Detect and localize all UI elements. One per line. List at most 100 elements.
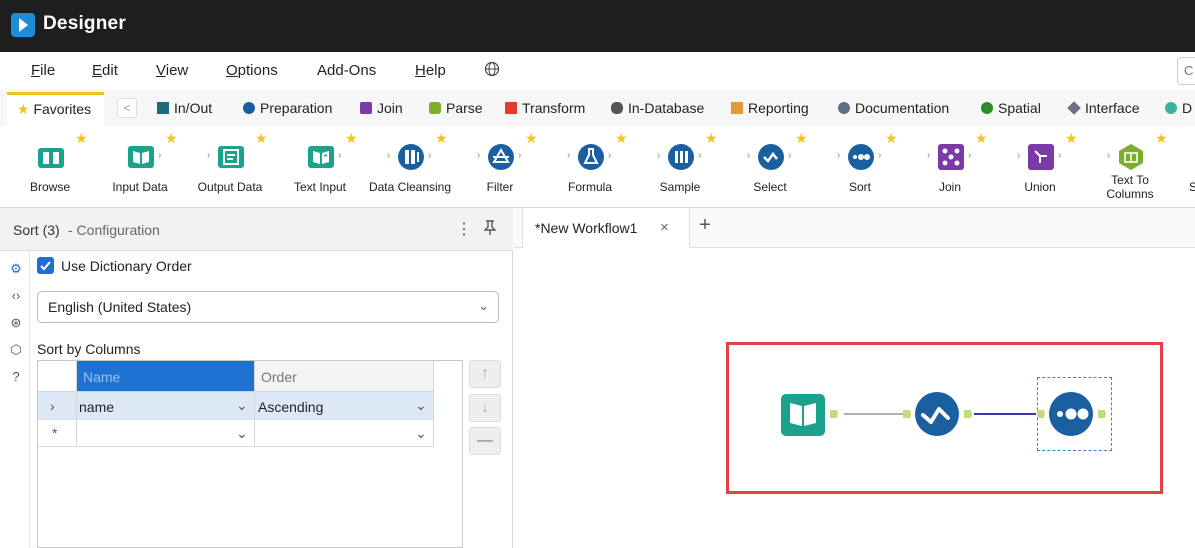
sort-by-columns-label: Sort by Columns: [37, 341, 141, 357]
sort-icon: [848, 144, 874, 170]
tool-browse[interactable]: ★ Browse: [5, 126, 95, 206]
favorite-star-icon: ★: [525, 130, 538, 146]
tab-interface[interactable]: Interface: [1067, 100, 1139, 116]
globe-icon[interactable]: [484, 61, 500, 81]
join-icon: [938, 144, 964, 170]
close-icon[interactable]: ×: [660, 219, 669, 236]
search-input[interactable]: C: [1177, 57, 1195, 85]
join-category-icon: [360, 102, 372, 114]
favorite-star-icon: ★: [255, 130, 268, 146]
tool-select[interactable]: ★ › › Select: [725, 126, 815, 206]
tab-preparation[interactable]: Preparation: [243, 100, 332, 116]
favorite-star-icon: ★: [165, 130, 178, 146]
tab-spatial[interactable]: Spatial: [981, 100, 1041, 116]
node-input-data[interactable]: [780, 390, 850, 445]
tool-text-input[interactable]: ★ › Text Input: [275, 126, 365, 206]
dictionary-order-label: Use Dictionary Order: [61, 258, 192, 274]
add-tab-button[interactable]: +: [690, 214, 720, 237]
tag-icon[interactable]: ⬡: [8, 342, 24, 358]
menu-edit[interactable]: Edit: [92, 62, 118, 79]
title-bar: Designer: [0, 0, 1195, 52]
workflow-canvas[interactable]: [514, 248, 1195, 548]
star-icon: ★: [17, 101, 30, 117]
output-icon: [218, 146, 244, 168]
tab-d[interactable]: D: [1165, 100, 1192, 116]
pin-icon[interactable]: [483, 220, 497, 239]
tab-transform[interactable]: Transform: [505, 100, 585, 116]
parse-icon: [429, 102, 441, 114]
flask-icon: [578, 144, 604, 170]
row-marker: ›: [50, 398, 55, 414]
configuration-header: Sort (3) - Configuration ⋮: [0, 208, 513, 251]
tab-reporting[interactable]: Reporting: [731, 100, 809, 116]
more-options-icon[interactable]: ⋮: [456, 219, 472, 239]
tool-output-data[interactable]: ★ › Output Data: [185, 126, 275, 206]
tool-formula[interactable]: ★ › › Formula: [545, 126, 635, 206]
tool-palette: ★ Browse ★ › Input Data ★ › Output Data …: [0, 126, 1195, 208]
help-icon[interactable]: ?: [8, 369, 24, 385]
menu-file[interactable]: File: [31, 62, 55, 79]
tab-favorites[interactable]: ★ Favorites: [7, 92, 104, 126]
table-row[interactable]: * ⌄ ⌄: [38, 419, 434, 447]
tab-documentation[interactable]: Documentation: [838, 100, 949, 116]
favorite-star-icon: ★: [885, 130, 898, 146]
menu-options[interactable]: Options: [226, 62, 278, 79]
column-header-name[interactable]: Name: [77, 361, 254, 391]
select-icon: [758, 144, 784, 170]
tool-input-data[interactable]: ★ › Input Data: [95, 126, 185, 206]
tab-parse[interactable]: Parse: [429, 100, 483, 116]
d-category-icon: [1165, 102, 1177, 114]
folder-icon: [157, 102, 169, 114]
dictionary-order-checkbox[interactable]: [37, 257, 54, 274]
gear-icon[interactable]: ⚙: [8, 261, 24, 277]
configuration-pane: Sort (3) - Configuration ⋮ ⚙ ‹› ⊛ ⬡ ? Us…: [0, 208, 513, 548]
sample-icon: [668, 144, 694, 170]
chevron-down-icon[interactable]: ⌄: [236, 425, 248, 442]
tab-new-workflow[interactable]: *New Workflow1 ×: [522, 208, 690, 248]
tool-sort[interactable]: ★ › › Sort: [815, 126, 905, 206]
menu-view[interactable]: View: [156, 62, 188, 79]
select-icon: [903, 392, 972, 436]
connection-icon[interactable]: ⊛: [8, 315, 24, 331]
chevron-down-icon[interactable]: ⌄: [415, 425, 427, 442]
transform-icon: [505, 102, 517, 114]
tool-category-tabs: ★ Favorites In/Out Preparation Join Pars…: [0, 90, 1195, 126]
scroll-left-button[interactable]: <: [117, 98, 137, 118]
table-row[interactable]: › name ⌄ Ascending ⌄: [38, 391, 434, 419]
sort-field-select[interactable]: name: [79, 399, 114, 415]
move-down-button[interactable]: ↓: [469, 394, 501, 422]
document-tabs: *New Workflow1 × +: [514, 208, 1195, 248]
book-icon: [781, 394, 838, 436]
chevron-down-icon: ⌄: [478, 298, 489, 313]
column-header-order[interactable]: Order: [254, 361, 434, 391]
union-icon: [1028, 144, 1054, 170]
tool-join[interactable]: ★ › › Join: [905, 126, 995, 206]
node-sort[interactable]: [1032, 388, 1112, 447]
tool-union[interactable]: ★ › › Union: [995, 126, 1085, 206]
spatial-icon: [981, 102, 993, 114]
config-subtitle: - Configuration: [68, 222, 160, 238]
sort-order-select[interactable]: Ascending: [258, 399, 323, 415]
filter-icon: [488, 144, 514, 170]
move-up-button[interactable]: ↑: [469, 360, 501, 388]
language-select[interactable]: English (United States) ⌄: [37, 291, 499, 323]
tool-data-cleansing[interactable]: ★ › › Data Cleansing: [365, 126, 455, 206]
node-select[interactable]: [900, 388, 980, 447]
workflow-area: *New Workflow1 × +: [514, 208, 1195, 548]
code-icon[interactable]: ‹›: [8, 288, 24, 304]
app-logo-icon: [11, 13, 35, 37]
favorite-star-icon: ★: [795, 130, 808, 146]
tab-in-out[interactable]: In/Out: [157, 100, 212, 116]
workflow-tab-label: *New Workflow1: [535, 220, 638, 236]
favorite-star-icon: ★: [975, 130, 988, 146]
tool-sample[interactable]: ★ › › Sample: [635, 126, 725, 206]
tab-in-database[interactable]: In-Database: [611, 100, 704, 116]
tool-partial[interactable]: S: [1150, 126, 1195, 206]
chevron-down-icon[interactable]: ⌄: [236, 397, 248, 414]
menu-help[interactable]: Help: [415, 62, 446, 79]
chevron-down-icon[interactable]: ⌄: [415, 397, 427, 414]
menu-add-ons[interactable]: Add-Ons: [317, 62, 376, 79]
tab-join[interactable]: Join: [360, 100, 403, 116]
remove-row-button[interactable]: —: [469, 427, 501, 455]
tool-filter[interactable]: ★ › › Filter: [455, 126, 545, 206]
